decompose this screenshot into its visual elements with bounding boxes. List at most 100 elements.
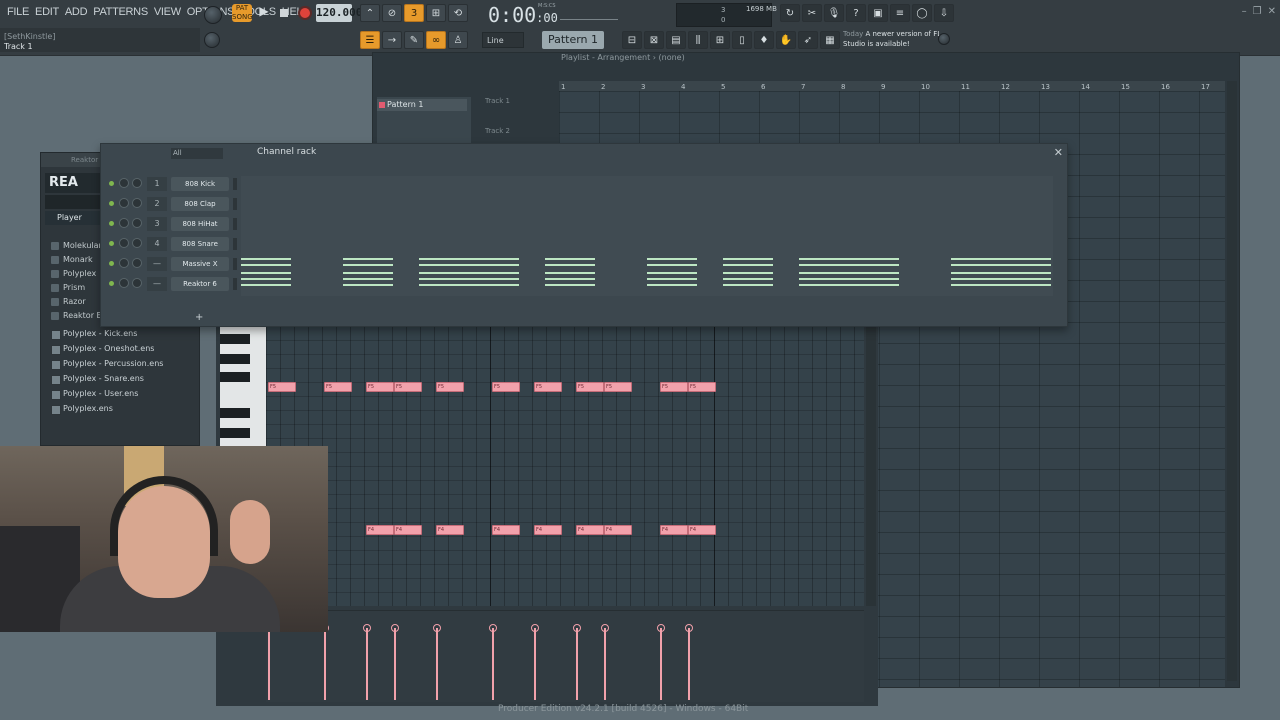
piano-roll-note[interactable]: F4 [436, 525, 464, 535]
channel-mute-led[interactable] [109, 241, 114, 246]
plugin-database-icon[interactable]: ▯ [732, 31, 752, 49]
stop-button[interactable] [276, 4, 292, 22]
track-label-1[interactable]: Track 1 [485, 97, 510, 105]
file-item[interactable]: Polyplex - Percussion.ens [49, 359, 163, 370]
channel-name-button[interactable]: Reaktor 6 [171, 277, 229, 291]
channel-pan-knob[interactable] [132, 198, 142, 208]
channel-volume-knob[interactable] [119, 198, 129, 208]
piano-roll-note[interactable]: F4 [366, 525, 394, 535]
cut-icon[interactable]: ✂ [802, 4, 822, 22]
pattern-selector[interactable]: Pattern 1 [542, 31, 604, 49]
velocity-lane[interactable] [265, 610, 864, 702]
mic-icon[interactable]: 🎙 [824, 4, 844, 22]
wait-input-icon[interactable]: ⊘ [382, 4, 402, 22]
step-seq-icon[interactable]: ⊠ [644, 31, 664, 49]
channel-mixer-track[interactable]: 3 [147, 217, 167, 231]
piano-roll-note[interactable]: F5 [660, 382, 688, 392]
menu-file[interactable]: FILE [4, 6, 32, 18]
menu-view[interactable]: VIEW [151, 6, 184, 18]
piano-roll-note[interactable]: F5 [436, 382, 464, 392]
piano-roll-note[interactable]: F4 [604, 525, 632, 535]
channel-row[interactable]: 1 808 Kick [105, 175, 1065, 193]
piano-key-black[interactable] [220, 408, 250, 418]
file-item[interactable]: Polyplex - Snare.ens [49, 374, 144, 385]
file-item[interactable]: Polyplex - User.ens [49, 389, 138, 400]
record-button[interactable] [298, 6, 312, 20]
browser-item[interactable]: Molekular [49, 241, 102, 250]
player-tab[interactable]: Player [45, 211, 105, 225]
maximize-icon[interactable]: ❐ [1253, 6, 1262, 17]
picker-item-pattern-1[interactable]: Pattern 1 [377, 99, 467, 111]
note-velocity-bar[interactable] [601, 624, 609, 700]
channel-row[interactable]: 4 808 Snare [105, 235, 1065, 253]
channel-name-button[interactable]: Massive X [171, 257, 229, 271]
piano-roll-note[interactable]: F4 [688, 525, 716, 535]
note-velocity-bar[interactable] [265, 624, 273, 700]
master-pitch-knob[interactable] [204, 32, 220, 48]
channel-mute-led[interactable] [109, 201, 114, 206]
snap-select[interactable]: Line [482, 32, 524, 48]
online-icon[interactable] [938, 33, 950, 45]
song-position-slider[interactable] [560, 6, 618, 20]
channel-volume-knob[interactable] [119, 278, 129, 288]
piano-roll-note[interactable]: F5 [576, 382, 604, 392]
mixer-view-icon[interactable]: ⫼ [688, 31, 708, 49]
channel-volume-knob[interactable] [119, 258, 129, 268]
menu-add[interactable]: ADD [62, 6, 90, 18]
save-icon[interactable]: ▣ [868, 4, 888, 22]
piano-roll-note[interactable]: F5 [366, 382, 394, 392]
channel-rack-icon[interactable]: ▤ [666, 31, 686, 49]
note-velocity-bar[interactable] [685, 624, 693, 700]
browser-item[interactable]: Razor [49, 297, 86, 306]
piano-roll-note[interactable]: F5 [324, 382, 352, 392]
browser-icon[interactable]: ⊞ [710, 31, 730, 49]
stamp-tool-icon[interactable]: ♙ [448, 31, 468, 49]
countdown-icon[interactable]: 3 [404, 4, 424, 22]
mixer-icon[interactable]: ≡ [890, 4, 910, 22]
channel-mixer-track[interactable]: — [147, 257, 167, 271]
metronome-icon[interactable]: ⌃ [360, 4, 380, 22]
piano-roll-note[interactable]: F4 [660, 525, 688, 535]
channel-pan-knob[interactable] [132, 178, 142, 188]
note-velocity-bar[interactable] [363, 624, 371, 700]
channel-pan-knob[interactable] [132, 278, 142, 288]
piano-roll-grid[interactable]: F5 F5 F5 F5 F5 F5 F5 F5 F5 F5 F5 F4 F4 F4 F4 F4 F4 F4 F4 F4… [266, 326, 864, 606]
note-velocity-bar[interactable] [657, 624, 665, 700]
piano-roll-note[interactable]: F4 [576, 525, 604, 535]
download-icon[interactable]: ⇩ [934, 4, 954, 22]
piano-roll-note[interactable]: F4 [534, 525, 562, 535]
piano-key-black[interactable] [220, 372, 250, 382]
play-button[interactable]: ▶ [254, 4, 274, 22]
piano-roll-note[interactable]: F5 [492, 382, 520, 392]
loop-record-icon[interactable]: ⟲ [448, 4, 468, 22]
channel-select[interactable] [233, 278, 237, 290]
note-velocity-bar[interactable] [321, 624, 329, 700]
channel-mute-led[interactable] [109, 181, 114, 186]
playlist-scrollbar[interactable] [1227, 81, 1237, 681]
browser-item[interactable]: Reaktor E [49, 311, 102, 320]
step-edit-icon[interactable]: ⊞ [426, 4, 446, 22]
note-velocity-bar[interactable] [433, 624, 441, 700]
channel-select[interactable] [233, 198, 237, 210]
touch-keyboard-icon[interactable]: ✋ [776, 31, 796, 49]
channel-name-button[interactable]: 808 Snare [171, 237, 229, 251]
piano-roll-note[interactable]: F5 [604, 382, 632, 392]
file-item[interactable]: Polyplex - Oneshot.ens [49, 344, 154, 355]
playlist-icon[interactable]: ☰ [360, 31, 380, 49]
browser-item[interactable]: Monark [49, 255, 93, 264]
file-item[interactable]: Polyplex - Kick.ens [49, 329, 137, 340]
undo-history-icon[interactable]: ↻ [780, 4, 800, 22]
track-label-2[interactable]: Track 2 [485, 127, 510, 135]
channel-mute-led[interactable] [109, 261, 114, 266]
channel-name-button[interactable]: 808 Kick [171, 177, 229, 191]
file-item[interactable]: Polyplex.ens [49, 404, 113, 415]
pat-song-toggle[interactable]: PAT SONG [232, 4, 253, 22]
project-info-icon[interactable]: ▦ [820, 31, 840, 49]
plugin-picker-icon[interactable]: ♦ [754, 31, 774, 49]
piano-key-black[interactable] [220, 428, 250, 438]
channel-mute-led[interactable] [109, 221, 114, 226]
link-tool-icon[interactable]: ∞ [426, 31, 446, 49]
channel-pan-knob[interactable] [132, 238, 142, 248]
channel-rack-titlebar[interactable] [101, 144, 1067, 162]
piano-key-black[interactable] [220, 334, 250, 344]
